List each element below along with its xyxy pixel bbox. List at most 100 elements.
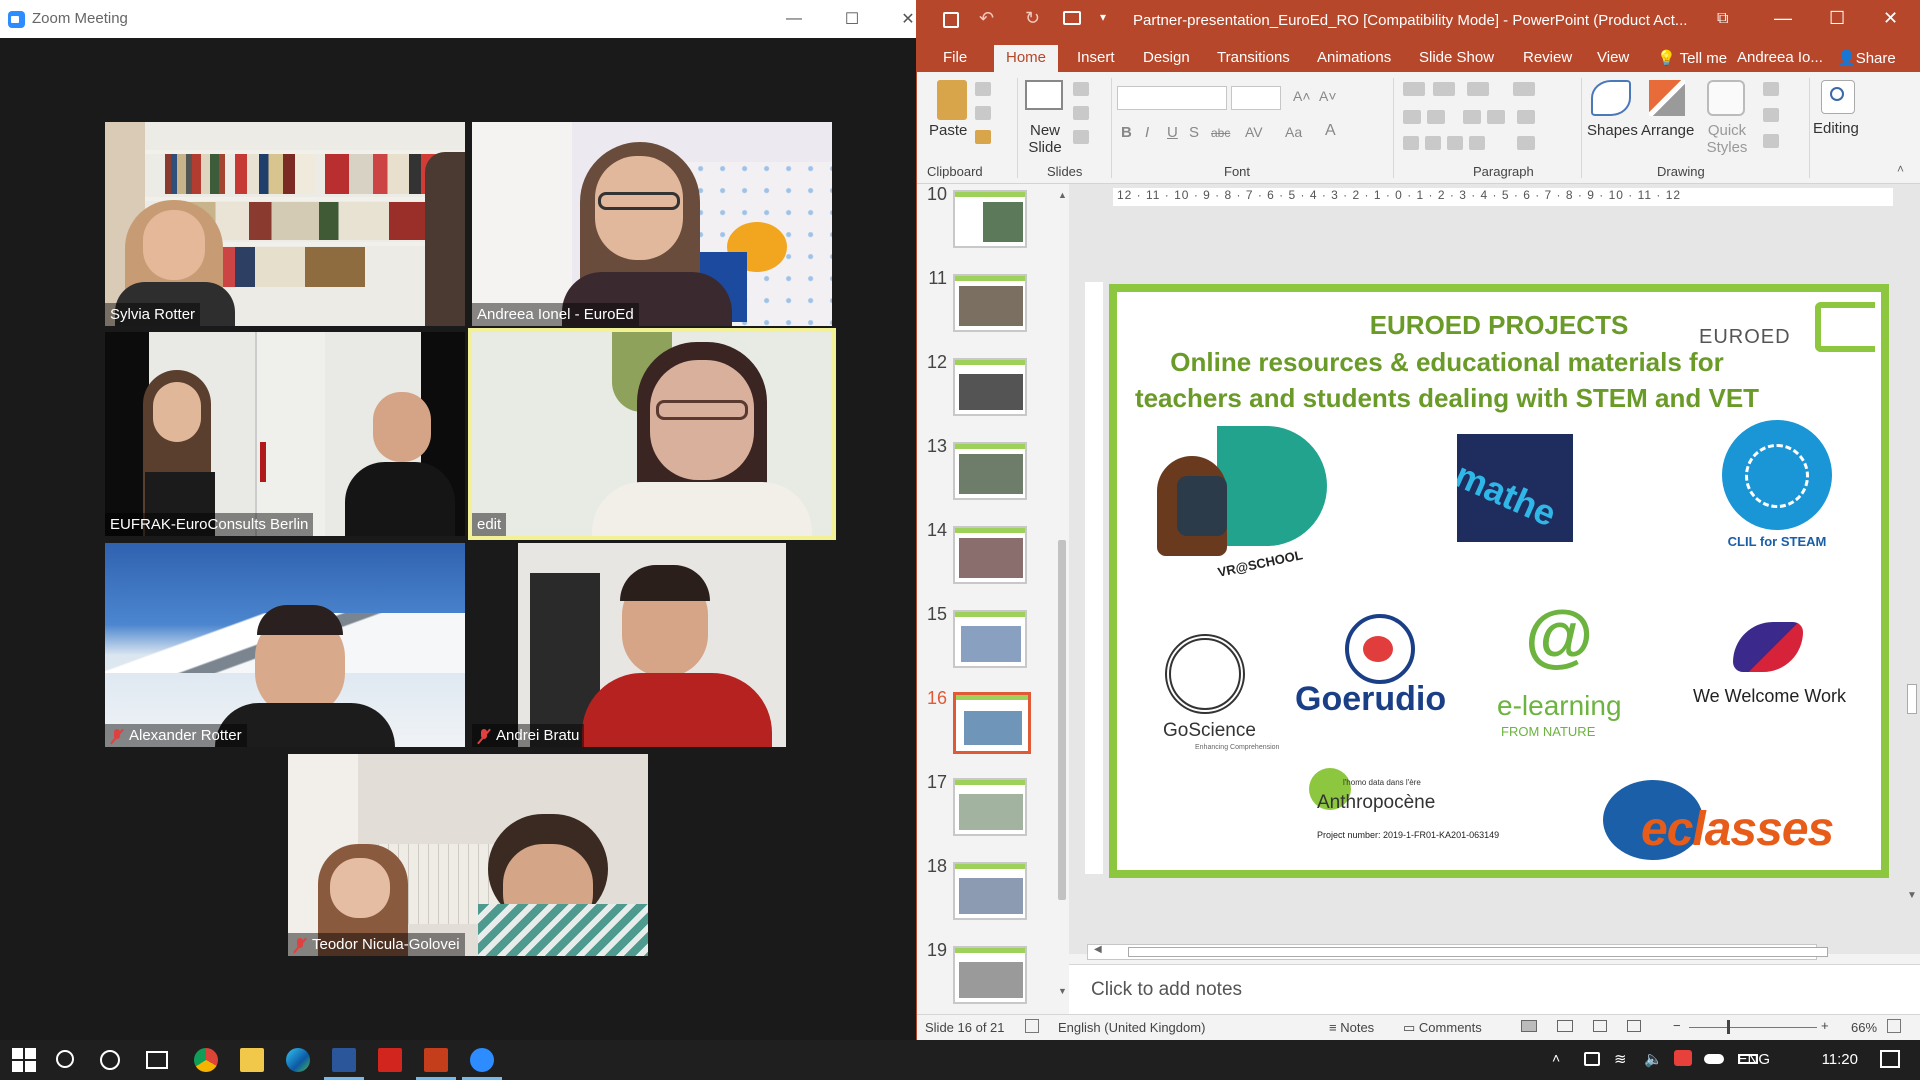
shrink-font-icon[interactable]: A˅ [1319, 88, 1337, 104]
section-icon[interactable] [1073, 130, 1089, 144]
zoom-level[interactable]: 66% [1851, 1020, 1877, 1035]
notes-pane[interactable]: Click to add notes [1069, 964, 1920, 1014]
scroll-thumb[interactable] [1907, 684, 1917, 714]
slide-thumbnail[interactable] [953, 526, 1027, 584]
video-tile[interactable]: EUFRAK-EuroConsults Berlin [105, 332, 465, 536]
slide-sorter-icon[interactable] [1557, 1020, 1573, 1032]
language-indicator[interactable]: ENG [1737, 1051, 1770, 1068]
reset-icon[interactable] [1073, 106, 1089, 120]
slide-thumbnail-selected[interactable] [953, 692, 1031, 754]
edge-icon[interactable] [286, 1048, 310, 1072]
char-spacing-icon[interactable]: AV [1245, 124, 1263, 140]
justify-icon[interactable] [1469, 136, 1485, 150]
minimize-button[interactable]: — [770, 0, 818, 38]
tab-animations[interactable]: Animations [1317, 49, 1391, 66]
tab-file[interactable]: File [943, 49, 967, 66]
video-tile[interactable]: Teodor Nicula-Golovei [288, 754, 648, 956]
grow-font-icon[interactable]: A˄ [1293, 88, 1311, 104]
reading-view-icon[interactable] [1593, 1020, 1607, 1032]
task-view-icon[interactable] [146, 1051, 168, 1069]
share-button[interactable]: 👤Share [1837, 49, 1896, 67]
normal-view-icon[interactable] [1521, 1020, 1537, 1032]
cortana-icon[interactable] [100, 1050, 120, 1070]
search-icon[interactable] [56, 1050, 74, 1068]
slideshow-view-icon[interactable] [1627, 1020, 1641, 1032]
undo-icon[interactable]: ↶ [979, 8, 994, 29]
tell-me-box[interactable]: 💡 Tell me [1657, 49, 1727, 67]
slide-thumbnail[interactable] [953, 274, 1027, 332]
spelling-icon[interactable] [1025, 1019, 1039, 1033]
video-tile-active[interactable]: edit [468, 328, 836, 540]
zoom-slider[interactable] [1689, 1027, 1817, 1028]
slide-thumbnail[interactable] [953, 190, 1027, 248]
notes-placeholder[interactable]: Click to add notes [1091, 979, 1242, 1001]
scroll-thumb[interactable] [1128, 947, 1828, 957]
slide-thumbnail[interactable] [953, 442, 1027, 500]
shape-effects-icon[interactable] [1763, 134, 1779, 148]
powerpoint-icon[interactable] [424, 1048, 448, 1072]
start-slideshow-icon[interactable] [1063, 11, 1081, 25]
user-account[interactable]: Andreea Io... [1737, 49, 1823, 66]
notes-toggle[interactable]: ≡ Notes [1329, 1020, 1374, 1035]
shapes-button[interactable]: Shapes [1587, 122, 1638, 139]
onedrive-icon[interactable] [1704, 1054, 1724, 1064]
strikethrough-icon[interactable]: abc [1211, 126, 1230, 140]
font-size-field[interactable] [1231, 86, 1281, 110]
bold-icon[interactable]: B [1121, 124, 1132, 141]
minimize-button[interactable]: — [1774, 8, 1792, 29]
show-hidden-icons[interactable]: ˄ [1552, 1050, 1560, 1066]
increase-indent-icon[interactable] [1427, 110, 1445, 124]
slide-thumbnail[interactable] [953, 610, 1027, 668]
maximize-button[interactable]: ☐ [1829, 8, 1845, 29]
quick-styles-icon[interactable] [1707, 80, 1745, 116]
align-left-icon[interactable] [1403, 136, 1419, 150]
decrease-indent-icon[interactable] [1403, 110, 1421, 124]
zoom-icon[interactable] [470, 1048, 494, 1072]
ribbon-display-icon[interactable]: ⧉ [1717, 10, 1728, 28]
language-label[interactable]: English (United Kingdom) [1058, 1020, 1205, 1035]
slide-thumbnail[interactable] [953, 862, 1027, 920]
quick-styles-button[interactable]: Quick Styles [1705, 122, 1749, 156]
horizontal-scrollbar[interactable]: ◀ [1087, 944, 1828, 960]
font-color-icon[interactable]: A [1325, 122, 1336, 140]
video-tile[interactable]: Sylvia Rotter [105, 122, 465, 326]
zoom-in-button[interactable]: + [1821, 1018, 1829, 1033]
format-painter-icon[interactable] [975, 130, 991, 144]
rtl-icon[interactable] [1487, 110, 1505, 124]
zoom-out-button[interactable]: − [1673, 1018, 1681, 1033]
new-slide-icon[interactable] [1025, 80, 1063, 110]
font-name-field[interactable] [1117, 86, 1227, 110]
shape-outline-icon[interactable] [1763, 108, 1779, 122]
cut-icon[interactable] [975, 82, 991, 96]
clock[interactable]: 11:20 [1822, 1051, 1858, 1068]
tab-review[interactable]: Review [1523, 49, 1572, 66]
slide-subtitle[interactable]: Online resources & educational materials… [1127, 344, 1767, 416]
wifi-icon[interactable]: ≋ [1614, 1050, 1627, 1068]
dropbox-icon[interactable] [1674, 1050, 1692, 1066]
tab-design[interactable]: Design [1143, 49, 1190, 66]
current-slide[interactable]: EUROED PROJECTS Online resources & educa… [1109, 284, 1889, 878]
tab-slide-show[interactable]: Slide Show [1419, 49, 1494, 66]
columns-icon[interactable] [1517, 110, 1535, 124]
line-spacing-icon[interactable] [1467, 82, 1489, 96]
chrome-icon[interactable] [194, 1048, 218, 1072]
paste-icon[interactable] [937, 80, 967, 120]
slide-thumbnail[interactable] [953, 778, 1027, 836]
numbering-icon[interactable] [1433, 82, 1455, 96]
scroll-thumb[interactable] [1058, 540, 1066, 900]
change-case-icon[interactable]: Aa [1285, 124, 1302, 140]
bullets-icon[interactable] [1403, 82, 1425, 96]
thumbnail-scrollbar[interactable]: ▲ ▼ [1055, 190, 1069, 1000]
maximize-button[interactable]: ☐ [828, 0, 876, 38]
layout-icon[interactable] [1073, 82, 1089, 96]
align-right-icon[interactable] [1447, 136, 1463, 150]
shadow-icon[interactable]: S [1189, 124, 1199, 141]
copy-icon[interactable] [975, 106, 991, 120]
slide-thumbnail[interactable] [953, 358, 1027, 416]
video-tile[interactable]: Alexander Rotter [105, 543, 465, 747]
new-slide-button[interactable]: New Slide [1023, 122, 1067, 156]
shape-fill-icon[interactable] [1763, 82, 1779, 96]
underline-icon[interactable]: U [1167, 124, 1178, 141]
video-tile[interactable]: Andreea Ionel - EuroEd [472, 122, 832, 326]
word-icon[interactable] [332, 1048, 356, 1072]
